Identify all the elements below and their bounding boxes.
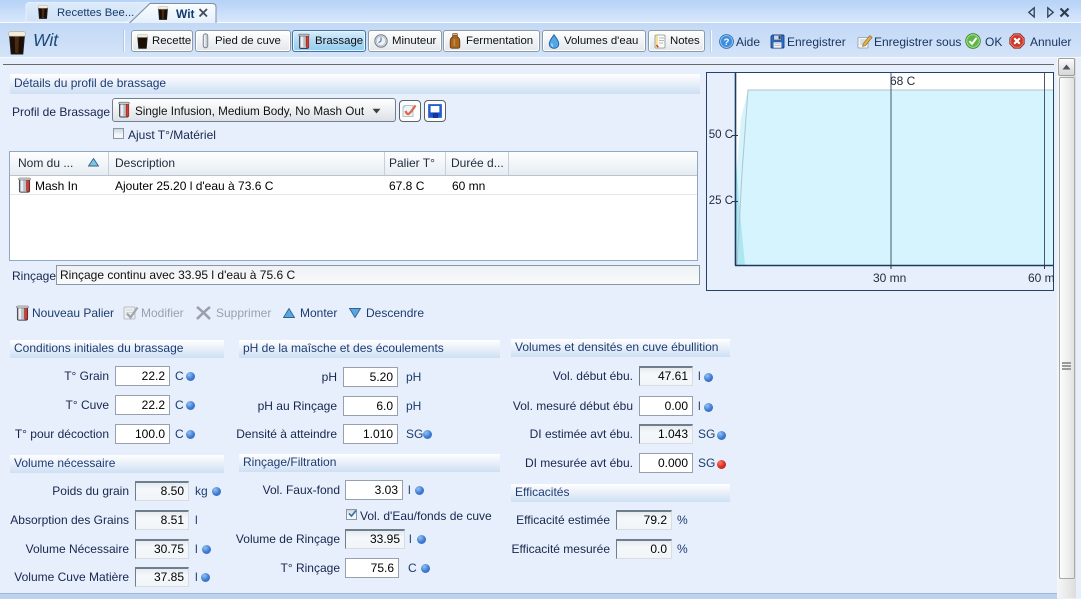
svg-text:?: ? [724, 37, 730, 48]
